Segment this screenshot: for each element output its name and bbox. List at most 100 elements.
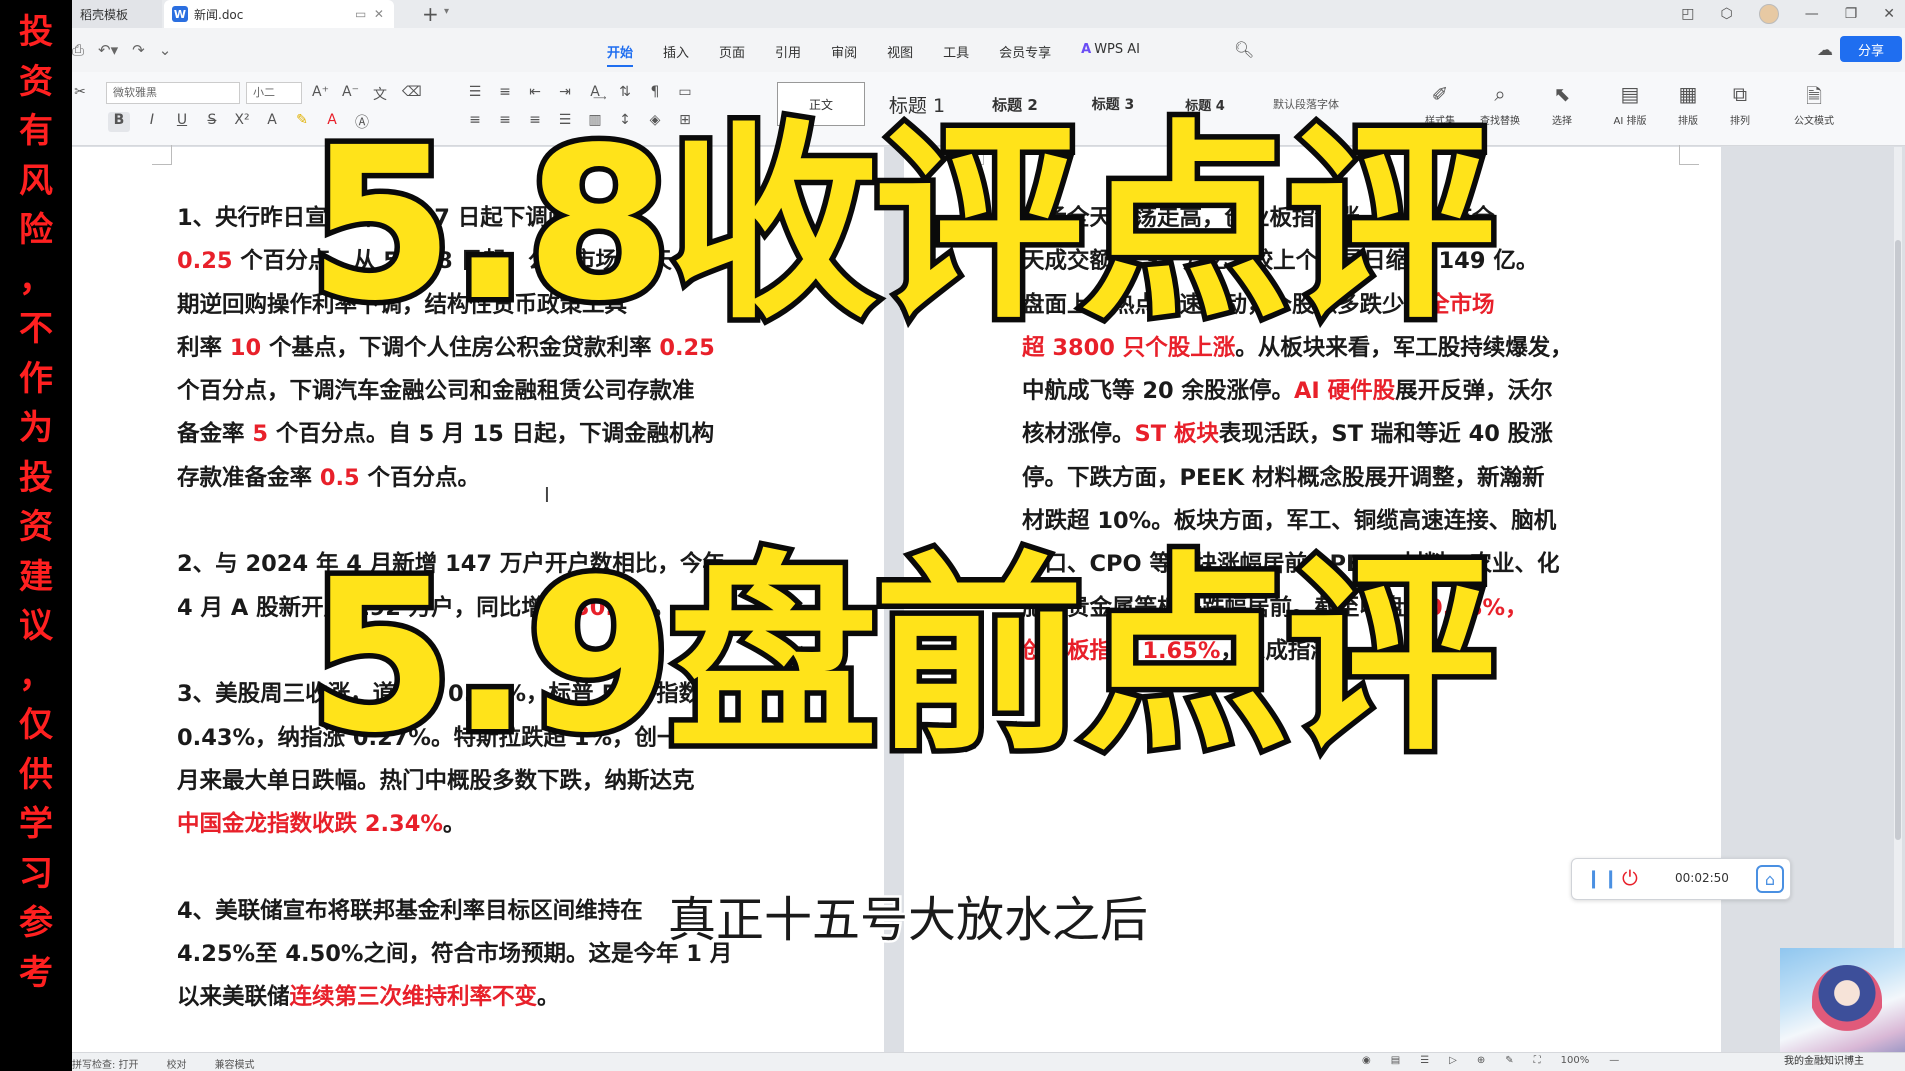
web-view-icon[interactable]: ⊕ <box>1477 1055 1485 1066</box>
layout-label: 排版 <box>1678 116 1698 127</box>
menu-view[interactable]: 视图 <box>887 42 913 67</box>
spellcheck-status[interactable]: 拼写检查: 打开 <box>72 1056 139 1071</box>
font-size-select[interactable]: 小二 <box>246 82 302 104</box>
screen-recorder-widget: ❙❙ ⏻ 00:02:50 ⌂ <box>1571 858 1791 900</box>
text-effect-icon[interactable]: A <box>264 112 280 132</box>
menu-insert[interactable]: 插入 <box>663 42 689 67</box>
status-bar: 拼写检查: 打开 校对 兼容模式 ◉ ▤ ☰ ▷ ⊕ ✎ ⛶ 100% — <box>72 1052 1905 1071</box>
superscript-icon[interactable]: X² <box>234 112 250 132</box>
share-button[interactable]: 分享 <box>1840 36 1902 62</box>
ai-layout-tool[interactable]: ▤ AI 排版 <box>1602 82 1658 127</box>
numbered-list-icon[interactable]: ≡ <box>497 84 513 100</box>
tab-template[interactable]: 稻壳模板 <box>72 0 162 28</box>
chevron-down-icon[interactable]: ▾ <box>444 6 449 17</box>
font-adjust-group: A⁺ A⁻ 文 ⌫ <box>312 84 422 104</box>
status-right: ◉ ▤ ☰ ▷ ⊕ ✎ ⛶ 100% — <box>1362 1055 1619 1066</box>
fit-icon[interactable]: ⛶ <box>1534 1055 1541 1066</box>
maximize-icon[interactable]: ❐ <box>1845 6 1858 22</box>
wps-ai-label: WPS AI <box>1094 42 1140 57</box>
indent-icon[interactable]: ⇥ <box>557 84 573 100</box>
zoom-out-icon[interactable]: — <box>1609 1055 1619 1066</box>
sort-icon[interactable]: ⇅ <box>617 84 633 100</box>
undo-icon[interactable]: ↶▾ <box>98 41 118 59</box>
minimize-icon[interactable]: — <box>1805 6 1819 22</box>
tab-document[interactable]: W 新闻.doc ▭ ✕ <box>164 0 394 28</box>
body-text: 以来美联储 <box>177 984 290 1011</box>
eye-icon[interactable]: ◉ <box>1362 1055 1371 1066</box>
border-icon[interactable]: ▭ <box>677 84 693 100</box>
disclaimer-char: 为 <box>19 408 53 448</box>
text-direction-icon[interactable]: A͢ <box>587 84 603 100</box>
cube-icon[interactable]: ⬡ <box>1720 6 1732 22</box>
body-text: 备金率 <box>177 421 253 448</box>
wps-ai-icon: A <box>1081 42 1092 57</box>
body-text: 材跌超 10%。板块方面，军工、铜缆高速连接、脑机 <box>1022 508 1557 535</box>
arrange-icon: ⧉ <box>1732 82 1748 106</box>
doc-line: 中航成飞等 20 余股涨停。AI 硬件股展开反弹，沃尔 <box>1022 370 1573 413</box>
clear-format-icon[interactable]: ⌫ <box>402 84 422 104</box>
menu-home[interactable]: 开始 <box>607 42 634 67</box>
shrink-font-icon[interactable]: A⁻ <box>342 84 359 104</box>
bold-button[interactable]: B <box>108 112 130 132</box>
home-icon[interactable]: ⌂ <box>1756 865 1784 893</box>
body-text: 。 <box>537 984 560 1011</box>
outline-icon[interactable]: ☰ <box>1420 1055 1429 1066</box>
tab-close-icon[interactable]: ▭ ✕ <box>355 7 384 21</box>
disclaimer-char: 考 <box>19 952 53 993</box>
cut-icon[interactable]: ✂ <box>72 84 88 100</box>
close-icon[interactable]: ✕ <box>1883 6 1895 22</box>
underline-button[interactable]: U <box>174 112 190 132</box>
strikethrough-icon[interactable]: S̶ <box>204 112 220 132</box>
zoom-level[interactable]: 100% <box>1561 1055 1590 1066</box>
disclaimer-char: 风 <box>19 160 53 201</box>
body-text: 个百分点。自 5 月 15 日起，下调金融机构 <box>268 421 715 448</box>
highlighted-text: 5 <box>252 421 268 448</box>
font-name-select[interactable]: 微软雅黑 <box>106 82 240 104</box>
stop-icon[interactable]: ⏻ <box>1622 866 1638 890</box>
text-cursor-icon: I <box>544 483 550 507</box>
menu-member[interactable]: 会员专享 <box>999 42 1051 67</box>
select-label: 选择 <box>1552 116 1572 127</box>
compat-mode-status: 兼容模式 <box>214 1060 255 1071</box>
menu-page[interactable]: 页面 <box>719 42 745 67</box>
italic-button[interactable]: I <box>144 112 160 132</box>
bullet-list-icon[interactable]: ☰ <box>467 84 483 100</box>
outdent-icon[interactable]: ⇤ <box>527 84 543 100</box>
magnifier-icon: ⌕ <box>1494 82 1506 106</box>
layout-tool[interactable]: ▦ 排版 <box>1660 82 1716 127</box>
pause-icon[interactable]: ❙❙ <box>1586 868 1620 889</box>
disclaimer-char: 议 <box>19 606 53 646</box>
cloud-sync-icon[interactable]: ☁ <box>1817 40 1833 59</box>
disclaimer-char: 供 <box>19 754 53 795</box>
recording-time: 00:02:50 <box>1675 871 1729 885</box>
highlighted-text: 中国金龙指数收跌 2.34% <box>177 811 443 838</box>
official-doc-label: 公文模式 <box>1794 116 1834 127</box>
pinyin-icon[interactable]: 文 <box>372 84 388 104</box>
grow-font-icon[interactable]: A⁺ <box>312 84 329 104</box>
pen-icon[interactable]: ✎ <box>1505 1055 1513 1066</box>
select-tool[interactable]: ⬉ 选择 <box>1534 82 1590 127</box>
body-text: 4.25%至 4.50%之间，符合市场预期。这是今年 1 月 <box>177 941 733 968</box>
play-icon[interactable]: ▷ <box>1449 1055 1457 1066</box>
official-doc-tool[interactable]: 🗎 公文模式 <box>1786 82 1842 127</box>
show-marks-icon[interactable]: ¶ <box>647 84 663 100</box>
share-label: 分享 <box>1857 43 1884 59</box>
restore-icon[interactable]: ◰ <box>1681 6 1694 22</box>
doc-line: 以来美联储连续第三次维持利率不变。 <box>177 976 732 1019</box>
doc-line: 备金率 5 个百分点。自 5 月 15 日起，下调金融机构 <box>177 413 732 456</box>
print-icon[interactable]: ⎙ <box>72 41 84 59</box>
scrollbar-thumb[interactable] <box>1895 240 1901 840</box>
menu-tools[interactable]: 工具 <box>943 42 969 67</box>
disclaimer-strip: 投资有风险，不作为投资建议，仅供学习参考 <box>0 0 72 1071</box>
arrange-tool[interactable]: ⧉ 排列 <box>1712 82 1768 127</box>
page-view-icon[interactable]: ▤ <box>1391 1055 1400 1066</box>
search-icon[interactable]: 🔍︎ <box>1234 40 1254 59</box>
menu-review[interactable]: 审阅 <box>831 42 857 67</box>
redo-icon[interactable]: ↷ <box>132 41 145 59</box>
avatar[interactable] <box>1758 4 1779 24</box>
menu-reference[interactable]: 引用 <box>775 42 801 67</box>
new-tab-button[interactable]: + <box>422 2 439 26</box>
proof-status[interactable]: 校对 <box>167 1056 187 1071</box>
menu-wps-ai[interactable]: A WPS AI <box>1081 42 1140 67</box>
chevron-down-icon[interactable]: ⌄ <box>159 41 172 59</box>
